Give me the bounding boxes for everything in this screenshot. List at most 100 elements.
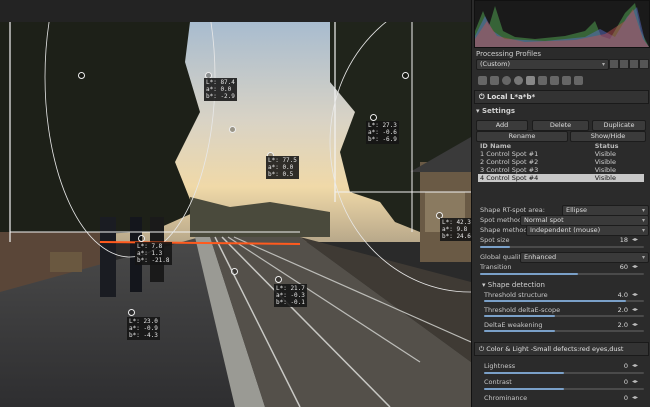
threshold-deltae-slider[interactable] [484,315,644,317]
table-row[interactable]: 3 Control Spot #3 Visible [478,166,644,174]
control-spot-center[interactable] [128,309,135,316]
control-spots-table: ID Name Status 1 Control Spot #1 Visible… [478,142,644,182]
contrast-label: Contrast [484,378,512,386]
profile-select[interactable]: (Custom) ▾ [476,59,609,70]
chevron-down-icon: ▾ [641,254,645,261]
metadata-tab-icon[interactable] [574,76,583,85]
image-canvas[interactable]: L*: 87.4 a*: 0.0 b*: -2.9 L*: 27.3 a*: -0.6… [0,0,471,407]
copy-icon[interactable] [629,59,639,69]
slider-fill [480,273,579,275]
spot-name: Control Spot #3 [486,166,539,174]
delete-spot-button[interactable]: Delete [532,120,589,131]
color-tab-icon[interactable] [502,76,511,85]
hand-tab-icon[interactable] [538,76,547,85]
readout-a: a*: 0.0 [268,164,294,171]
readout-b: b*: 0.5 [268,171,294,178]
chrominance-stepper[interactable]: ◂▸ [632,394,646,402]
control-spot-center[interactable] [402,72,409,79]
control-spot-center[interactable] [231,268,238,275]
spot-id: 4 [480,174,485,182]
readout-a: a*: -0.9 [129,325,158,332]
deltae-weakening-slider[interactable] [484,330,644,332]
shape-detection-header[interactable]: ▾ Shape detection [482,281,545,289]
col-id-name: ID Name [480,142,512,150]
readout-b: b*: -0.1 [276,299,305,306]
slider-fill [484,315,556,317]
readout-l: L*: 23.0 [129,318,158,325]
control-spot-center[interactable] [370,114,377,121]
chevron-down-icon: ▾ [641,207,645,214]
histogram [474,0,650,48]
transition-slider[interactable] [480,273,644,275]
lab-readout: L*: 21.7 a*: -0.3 b*: -0.1 [274,284,307,307]
table-row-selected[interactable]: 4 Control Spot #4 Visible [478,174,644,182]
readout-a: a*: -0.3 [276,292,305,299]
threshold-structure-value[interactable]: 4.0 [602,291,628,299]
power-icon[interactable]: ⏻ [479,93,485,101]
settings-header[interactable]: ▾ Settings [476,107,515,115]
readout-l: L*: 42.3 [442,219,471,226]
slider-fill [484,300,627,302]
transition-label: Transition [480,263,512,271]
lightness-slider[interactable] [484,372,644,374]
canvas-toolbar [0,0,471,23]
chevron-down-icon: ▾ [641,217,645,224]
threshold-deltae-value[interactable]: 2.0 [602,306,628,314]
spot-size-value[interactable]: 18 [602,236,628,244]
local-tab-icon[interactable] [526,76,535,85]
threshold-deltae-stepper[interactable]: ◂▸ [632,306,646,314]
spot-name: Control Spot #4 [486,174,539,182]
control-spot-center[interactable] [275,276,282,283]
color-light-header[interactable]: ⏻ Color & Light -Small defects:red eyes,… [474,342,649,356]
threshold-deltae-label: Threshold deltaE-scope [484,306,561,314]
duplicate-spot-button[interactable]: Duplicate [592,120,646,131]
add-spot-button[interactable]: Add [476,120,528,131]
paste-icon[interactable] [639,59,649,69]
transition-stepper[interactable]: ◂▸ [632,263,646,271]
spot-id: 1 [480,150,485,158]
chrominance-value[interactable]: 0 [602,394,628,402]
spot-name: Control Spot #2 [486,158,539,166]
control-spot-center[interactable] [78,72,85,79]
readout-l: L*: 7.8 [137,243,163,250]
local-lab-header[interactable]: ⏻ Local L*a*b* [474,90,649,104]
transition-value[interactable]: 60 [602,263,628,271]
power-icon[interactable]: ⏻ [479,345,484,353]
transform-tab-icon[interactable] [550,76,559,85]
advanced-tab-icon[interactable] [514,76,523,85]
table-row[interactable]: 2 Control Spot #2 Visible [478,158,644,166]
threshold-structure-stepper[interactable]: ◂▸ [632,291,646,299]
exposure-tab-icon[interactable] [478,76,487,85]
detail-tab-icon[interactable] [490,76,499,85]
spot-status: Visible [594,150,616,158]
spot-method-value: Normal spot [524,216,564,224]
lightness-stepper[interactable]: ◂▸ [632,362,646,370]
spot-status: Visible [592,174,644,182]
readout-l: L*: 77.5 [268,157,297,164]
lightness-value[interactable]: 0 [602,362,628,370]
raw-tab-icon[interactable] [562,76,571,85]
slider-fill [484,330,556,332]
shape-method-select[interactable]: Independent (mouse) ▾ [526,225,649,236]
spot-size-stepper[interactable]: ◂▸ [632,236,646,244]
readout-b: b*: -4.3 [129,332,158,339]
threshold-structure-slider[interactable] [484,300,644,302]
color-light-label: Color & Light -Small defects:red eyes,du… [486,345,624,353]
deltae-weakening-value[interactable]: 2.0 [602,321,628,329]
rename-spot-button[interactable]: Rename [476,131,568,142]
showhide-spot-button[interactable]: Show/Hide [570,131,646,142]
save-icon[interactable] [619,59,629,69]
contrast-value[interactable]: 0 [602,378,628,386]
global-quality-select[interactable]: Enhanced ▾ [520,252,649,263]
spot-size-slider[interactable] [480,246,644,248]
shape-rt-label: Shape RT-spot area: [480,206,545,214]
control-spot-center[interactable] [229,126,236,133]
table-row[interactable]: 1 Control Spot #1 Visible [478,150,644,158]
contrast-slider[interactable] [484,388,644,390]
lab-readout: L*: 77.5 a*: 0.0 b*: 0.5 [266,156,299,179]
spot-status: Visible [594,158,616,166]
deltae-weakening-stepper[interactable]: ◂▸ [632,321,646,329]
contrast-stepper[interactable]: ◂▸ [632,378,646,386]
open-folder-icon[interactable] [609,59,619,69]
control-spot-center[interactable] [138,235,145,242]
